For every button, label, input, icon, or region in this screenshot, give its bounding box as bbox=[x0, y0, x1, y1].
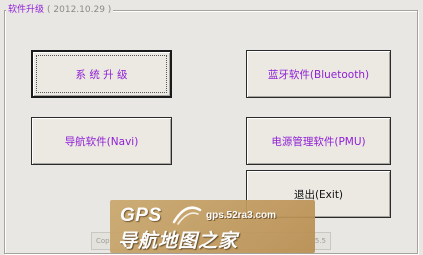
bluetooth-software-label: 蓝牙软件(Bluetooth) bbox=[267, 68, 370, 81]
group-title: 软件升级( 2012.10.29 ) bbox=[6, 4, 114, 16]
system-upgrade-button[interactable]: 系 统 升 级 bbox=[31, 50, 172, 98]
site-watermark: GPS gps.52ra3.com 导航地图之家 bbox=[110, 200, 315, 253]
system-upgrade-label: 系 统 升 级 bbox=[75, 68, 128, 81]
watermark-chinese-title: 导航地图之家 bbox=[118, 230, 239, 252]
navi-software-button[interactable]: 导航软件(Navi) bbox=[31, 117, 172, 165]
watermark-url: gps.52ra3.com bbox=[206, 210, 277, 221]
navi-software-label: 导航软件(Navi) bbox=[64, 135, 139, 148]
version-text: 5.5 bbox=[314, 237, 326, 245]
watermark-brand: GPS bbox=[120, 205, 162, 226]
bluetooth-software-button[interactable]: 蓝牙软件(Bluetooth) bbox=[246, 50, 391, 98]
satellite-swoosh-icon bbox=[172, 206, 202, 225]
copyright-text: Cop bbox=[96, 237, 110, 245]
pmu-software-button[interactable]: 电源管理软件(PMU) bbox=[246, 117, 391, 165]
group-title-text: 软件升级 bbox=[8, 5, 45, 15]
group-date: ( 2012.10.29 ) bbox=[47, 5, 112, 15]
pmu-software-label: 电源管理软件(PMU) bbox=[271, 135, 366, 148]
